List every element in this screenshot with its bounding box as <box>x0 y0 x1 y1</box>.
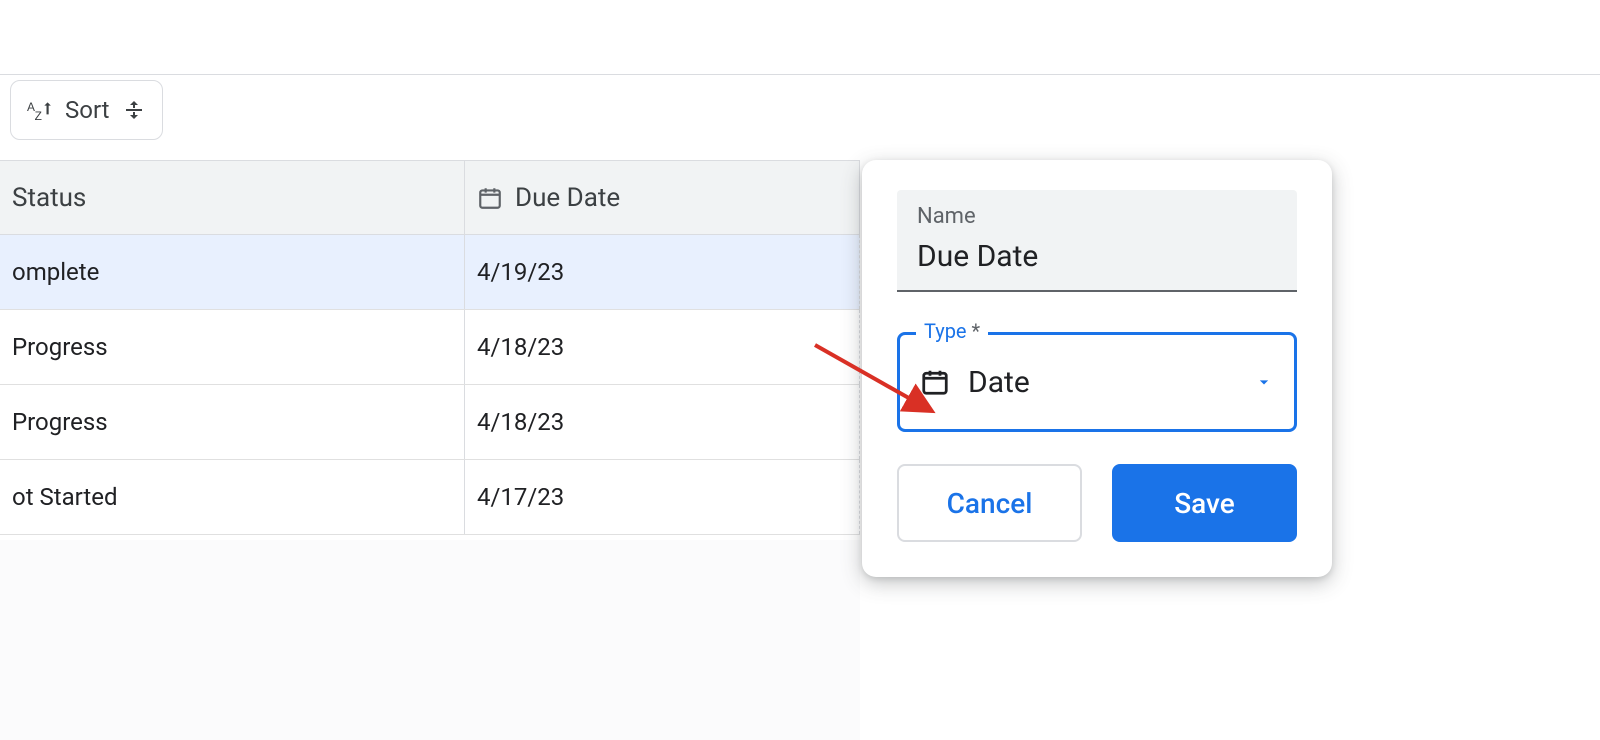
name-field-label: Name <box>917 204 1277 229</box>
type-select-value: Date <box>968 365 1236 400</box>
table-row[interactable]: Progress 4/18/23 <box>0 310 860 385</box>
status-value: omplete <box>12 258 99 286</box>
due-date-value: 4/17/23 <box>477 483 564 511</box>
name-field-value: Due Date <box>917 239 1277 274</box>
svg-text:Z: Z <box>35 109 42 123</box>
type-select-label: Type * <box>916 319 988 343</box>
due-date-header-label: Due Date <box>515 183 620 213</box>
name-field[interactable]: Name Due Date <box>897 190 1297 292</box>
due-date-value: 4/19/23 <box>477 258 564 286</box>
due-date-value: 4/18/23 <box>477 408 564 436</box>
cancel-button-label: Cancel <box>947 487 1033 520</box>
cancel-button[interactable]: Cancel <box>897 464 1082 542</box>
status-value: Progress <box>12 408 108 436</box>
chevron-down-icon <box>1254 372 1274 392</box>
cell-due-date: 4/18/23 <box>465 310 860 384</box>
column-edit-popover: Name Due Date Type * Date Cancel Save <box>862 160 1332 577</box>
type-select[interactable]: Type * Date <box>897 332 1297 432</box>
table-row[interactable]: omplete 4/19/23 <box>0 235 860 310</box>
cell-status: Progress <box>0 310 465 384</box>
table-background <box>0 540 860 740</box>
table-row[interactable]: Progress 4/18/23 <box>0 385 860 460</box>
calendar-icon <box>920 367 950 397</box>
table-header-row: Status Due Date <box>0 160 860 235</box>
cell-status: ot Started <box>0 460 465 534</box>
cell-status: omplete <box>0 235 465 309</box>
column-header-status[interactable]: Status <box>0 161 465 234</box>
save-button[interactable]: Save <box>1112 464 1297 542</box>
due-date-value: 4/18/23 <box>477 333 564 361</box>
table-row[interactable]: ot Started 4/17/23 <box>0 460 860 535</box>
column-header-due-date[interactable]: Due Date <box>465 161 860 234</box>
compress-icon <box>122 98 146 122</box>
cell-status: Progress <box>0 385 465 459</box>
save-button-label: Save <box>1174 487 1235 520</box>
top-spacer <box>0 0 1600 75</box>
cell-due-date: 4/17/23 <box>465 460 860 534</box>
status-value: ot Started <box>12 483 117 511</box>
sort-label: Sort <box>65 96 110 124</box>
sort-az-icon: A Z <box>27 97 53 123</box>
status-header-label: Status <box>12 183 86 213</box>
calendar-icon <box>477 185 503 211</box>
data-table: Status Due Date omplete 4/19/23 Progress… <box>0 160 860 535</box>
cell-due-date: 4/18/23 <box>465 385 860 459</box>
status-value: Progress <box>12 333 108 361</box>
cell-due-date: 4/19/23 <box>465 235 860 309</box>
sort-button[interactable]: A Z Sort <box>10 80 163 140</box>
